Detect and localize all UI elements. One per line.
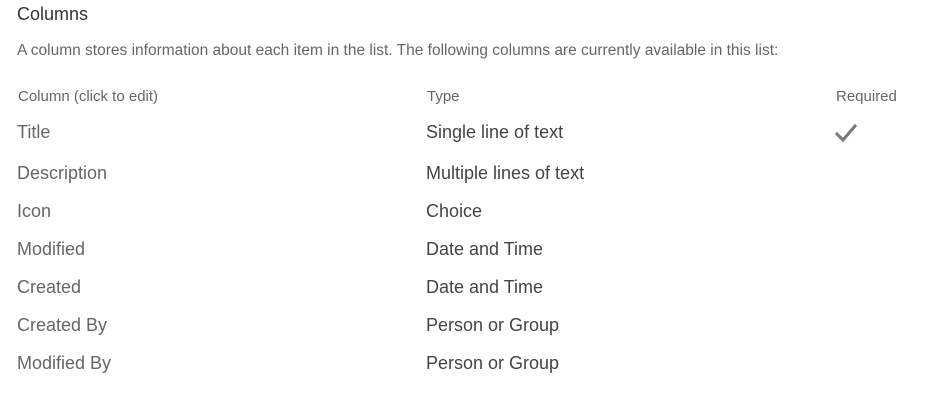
column-name-link[interactable]: Icon — [17, 201, 51, 222]
column-name-link[interactable]: Created — [17, 277, 81, 298]
table-row: Created By Person or Group — [0, 309, 951, 347]
column-type: Choice — [426, 201, 483, 221]
header-required: Required — [836, 88, 897, 105]
table-row: Description Multiple lines of text — [0, 157, 951, 195]
table-row: Created Date and Time — [0, 271, 951, 309]
column-type: Date and Time — [426, 239, 544, 259]
column-name-link[interactable]: Created By — [17, 315, 107, 336]
column-type: Person or Group — [426, 353, 560, 373]
column-name-link[interactable]: Modified — [17, 239, 85, 260]
column-type: Person or Group — [426, 315, 560, 335]
section-description: A column stores information about each i… — [17, 42, 779, 59]
table-row: Icon Choice — [0, 195, 951, 233]
column-type: Date and Time — [426, 277, 544, 297]
header-column: Column (click to edit) — [18, 88, 159, 105]
table-row: Modified By Person or Group — [0, 347, 951, 385]
column-name-link[interactable]: Title — [17, 122, 50, 143]
column-type: Single line of text — [426, 122, 564, 142]
section-title: Columns — [17, 4, 89, 24]
column-type: Multiple lines of text — [426, 163, 585, 183]
column-name-link[interactable]: Modified By — [17, 353, 111, 374]
table-body: Title Single line of text Description Multi… — [0, 116, 951, 385]
table-row: Title Single line of text — [0, 116, 951, 157]
table-row: Modified Date and Time — [0, 233, 951, 271]
header-type: Type — [427, 88, 460, 105]
column-name-link[interactable]: Description — [17, 163, 107, 184]
checkmark-icon — [835, 122, 857, 144]
